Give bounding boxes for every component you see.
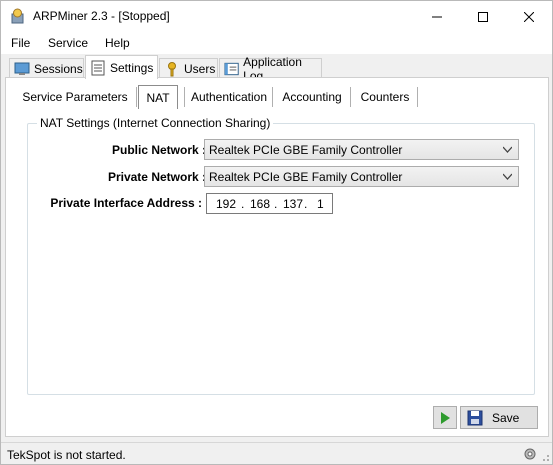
menu-file[interactable]: File	[11, 36, 30, 50]
ip-dot: .	[274, 197, 278, 211]
menu-help[interactable]: Help	[105, 36, 130, 50]
minimize-icon	[432, 16, 442, 17]
subtab-separator	[350, 87, 351, 107]
save-button-label: Save	[492, 410, 520, 425]
tab-users[interactable]: Users	[159, 58, 218, 78]
minimize-button[interactable]	[414, 1, 460, 32]
subtab-separator	[417, 87, 418, 107]
subtab-counters[interactable]: Counters	[353, 86, 417, 108]
app-icon	[11, 8, 24, 24]
subtab-separator	[184, 87, 185, 107]
chevron-down-icon	[503, 173, 512, 180]
public-network-value: Realtek PCIe GBE Family Controller	[209, 143, 403, 157]
tab-sessions-label: Sessions	[34, 61, 83, 76]
start-service-button[interactable]	[433, 406, 457, 429]
settings-panel: Service Parameters NAT Authentication Ac…	[5, 77, 549, 437]
private-network-value: Realtek PCIe GBE Family Controller	[209, 170, 403, 184]
subtab-accounting[interactable]: Accounting	[276, 86, 348, 108]
ip-octet-3: 137	[283, 197, 304, 211]
resize-grip-icon[interactable]	[540, 452, 550, 462]
nat-group-title: NAT Settings (Internet Connection Sharin…	[37, 116, 274, 130]
play-icon	[441, 411, 450, 424]
tab-users-label: Users	[184, 61, 216, 76]
subtab-service-parameters[interactable]: Service Parameters	[18, 86, 132, 108]
tab-sessions[interactable]: Sessions	[9, 58, 84, 78]
tab-application-log[interactable]: Application Log	[219, 55, 322, 83]
maximize-button[interactable]	[460, 1, 506, 32]
status-gear-icon	[524, 448, 536, 460]
ip-octet-1: 192	[216, 197, 237, 211]
window-title: ARPMiner 2.3 - [Stopped]	[33, 9, 170, 23]
chevron-down-icon	[503, 146, 512, 153]
settings-icon	[91, 60, 105, 75]
save-button[interactable]: Save	[460, 406, 538, 429]
ip-octet-4: 1	[317, 197, 324, 211]
ip-octet-2: 168	[250, 197, 271, 211]
subtab-separator	[136, 87, 137, 107]
menu-bar: File Service Help	[1, 32, 552, 54]
log-icon	[224, 62, 239, 75]
settings-subtabs: Service Parameters NAT Authentication Ac…	[16, 84, 536, 109]
floppy-disk-icon	[467, 410, 483, 425]
ip-dot: .	[304, 197, 308, 211]
users-key-icon	[168, 61, 176, 76]
public-network-label: Public Network :	[111, 143, 206, 157]
status-text: TekSpot is not started.	[7, 448, 126, 462]
maximize-icon	[478, 11, 488, 22]
subtab-nat[interactable]: NAT	[138, 85, 178, 109]
tab-settings-label: Settings	[110, 60, 154, 75]
subtab-separator	[272, 87, 273, 107]
private-interface-address-label: Private Interface Address :	[50, 196, 202, 210]
close-icon	[524, 11, 534, 22]
ip-dot: .	[241, 197, 245, 211]
nat-settings-group: NAT Settings (Internet Connection Sharin…	[27, 116, 535, 395]
close-button[interactable]	[506, 1, 552, 32]
public-network-select[interactable]: Realtek PCIe GBE Family Controller	[204, 139, 519, 160]
title-bar[interactable]: ARPMiner 2.3 - [Stopped]	[1, 1, 552, 32]
subtab-authentication[interactable]: Authentication	[189, 86, 269, 108]
private-network-label: Private Network :	[107, 170, 206, 184]
sessions-icon	[14, 62, 30, 75]
status-bar: TekSpot is not started.	[1, 442, 552, 464]
main-tabs: Sessions Settings Users Application Log	[1, 54, 552, 83]
private-network-select[interactable]: Realtek PCIe GBE Family Controller	[204, 166, 519, 187]
menu-service[interactable]: Service	[48, 36, 88, 50]
private-interface-ip-input[interactable]: 192 . 168 . 137 . 1	[206, 193, 333, 214]
app-window: ARPMiner 2.3 - [Stopped] File Service He…	[0, 0, 553, 465]
tab-settings[interactable]: Settings	[85, 55, 158, 79]
